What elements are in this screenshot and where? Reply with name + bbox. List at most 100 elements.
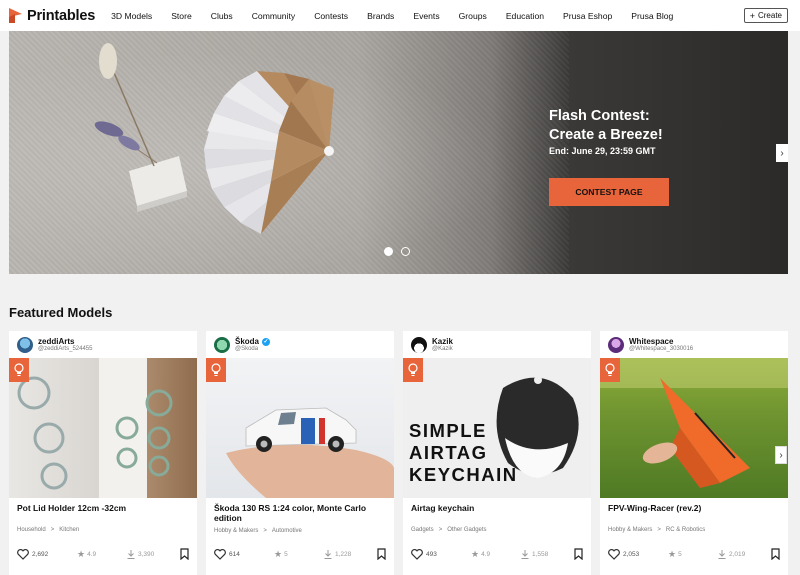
card-author[interactable]: Škoda ✓ @Skoda [206, 331, 394, 358]
model-image-art [17, 358, 173, 498]
model-image[interactable] [206, 358, 394, 498]
model-image[interactable] [9, 358, 197, 498]
lightbulb-icon [403, 358, 423, 382]
card-author[interactable]: Kazik @Kazik [403, 331, 591, 358]
card-author[interactable]: Whitespace @Whitespace_3030016 [600, 331, 788, 358]
image-text-line3: KEYCHAIN [409, 464, 518, 485]
subcategory-link[interactable]: RC & Robotics [666, 527, 705, 533]
rating-value: 5 [678, 550, 682, 558]
hero-image-fan [94, 43, 334, 234]
star-icon: ★ [668, 548, 677, 559]
nav-links: 3D Models Store Clubs Community Contests… [111, 11, 692, 21]
downloads: 2,019 [718, 549, 768, 559]
star-icon: ★ [471, 548, 480, 559]
nav-link-brands[interactable]: Brands [367, 11, 394, 21]
bookmark-icon[interactable] [771, 548, 780, 560]
author-handle: @Whitespace_3030016 [629, 346, 694, 352]
model-stats: 2,053 ★ 5 2,019 [608, 548, 780, 560]
rating: ★ 5 [668, 549, 718, 560]
model-card[interactable]: Kazik @Kazik SIMPLE AIRTAG KEYCHAIN Airt… [403, 331, 591, 575]
rating: ★ 4.9 [77, 549, 127, 560]
download-icon [718, 549, 726, 559]
likes-count: 614 [229, 550, 240, 558]
nav-link-clubs[interactable]: Clubs [211, 11, 233, 21]
nav-link-education[interactable]: Education [506, 11, 544, 21]
model-image[interactable]: SIMPLE AIRTAG KEYCHAIN [403, 358, 591, 498]
nav-link-groups[interactable]: Groups [459, 11, 487, 21]
model-title[interactable]: Airtag keychain [411, 503, 583, 513]
card-author[interactable]: zeddiArts @zeddiArts_524455 [9, 331, 197, 358]
nav-link-events[interactable]: Events [413, 11, 439, 21]
subcategory-link[interactable]: Automotive [272, 528, 302, 534]
bookmark-icon[interactable] [377, 548, 386, 560]
like-button[interactable]: 493 [411, 548, 471, 560]
image-text: SIMPLE AIRTAG KEYCHAIN [409, 420, 518, 486]
like-button[interactable]: 614 [214, 548, 274, 560]
rating-value: 4.9 [87, 550, 97, 558]
downloads: 1,228 [324, 549, 374, 559]
logo[interactable]: Printables [9, 8, 95, 24]
model-image-art [600, 358, 788, 488]
carousel-dot-1[interactable] [384, 247, 393, 256]
lightbulb-icon [206, 358, 226, 382]
nav-link-prusa-eshop[interactable]: Prusa Eshop [563, 11, 612, 21]
subcategory-link[interactable]: Kitchen [59, 527, 79, 533]
downloads-count: 3,390 [138, 550, 155, 558]
nav-link-store[interactable]: Store [171, 11, 192, 21]
verified-icon: ✓ [262, 337, 271, 346]
rating: ★ 5 [274, 549, 324, 560]
model-title[interactable]: FPV-Wing-Racer (rev.2) [608, 503, 780, 513]
author-name: Whitespace [629, 337, 674, 346]
model-card[interactable]: Whitespace @Whitespace_3030016 FPV-Wing-… [600, 331, 788, 575]
star-icon: ★ [274, 548, 283, 559]
hero-next-button[interactable]: › [776, 144, 788, 162]
author-name-text: Škoda [235, 337, 260, 346]
heart-icon [411, 548, 423, 560]
like-button[interactable]: 2,053 [608, 548, 668, 560]
avatar [214, 336, 230, 353]
subcategory-link[interactable]: Other Gadgets [447, 527, 486, 533]
likes-count: 2,053 [623, 550, 640, 558]
author-name: zeddiArts [38, 337, 75, 346]
model-stats: 493 ★ 4.9 1,558 [411, 548, 583, 560]
category-link[interactable]: Gadgets [411, 527, 434, 533]
featured-models-heading: Featured Models [9, 305, 113, 320]
hero-banner[interactable]: Flash Contest: Create a Breeze! End: Jun… [9, 31, 788, 274]
model-card[interactable]: Škoda ✓ @Skoda Škoda 130 RS 1:24 color, … [206, 331, 394, 575]
printables-logo-icon [9, 8, 22, 23]
model-categories: Hobby & Makers > Automotive [214, 528, 302, 534]
contest-page-button[interactable]: CONTEST PAGE [549, 178, 669, 206]
model-image[interactable] [600, 358, 788, 498]
carousel-dot-2[interactable] [401, 247, 410, 256]
bookmark-icon[interactable] [574, 548, 583, 560]
create-button-label: Create [757, 11, 782, 20]
nav-link-contests[interactable]: Contests [314, 11, 348, 21]
image-text-line1: SIMPLE [409, 420, 487, 441]
avatar [608, 336, 624, 353]
avatar [17, 336, 33, 353]
downloads-count: 1,558 [532, 550, 549, 558]
plus-icon: + [749, 10, 755, 21]
like-button[interactable]: 2,692 [17, 548, 77, 560]
category-link[interactable]: Household [17, 527, 46, 533]
heart-icon [608, 548, 620, 560]
likes-count: 493 [426, 550, 437, 558]
chevron-right-icon: › [780, 147, 784, 159]
cards-next-button[interactable]: › [775, 446, 787, 464]
model-title[interactable]: Pot Lid Holder 12cm -32cm [17, 503, 189, 513]
hero-title-line2: Create a Breeze! [549, 127, 663, 143]
top-nav: Printables 3D Models Store Clubs Communi… [0, 0, 800, 31]
model-title[interactable]: Škoda 130 RS 1:24 color, Monte Carlo edi… [214, 503, 386, 523]
category-link[interactable]: Hobby & Makers [608, 527, 652, 533]
nav-link-community[interactable]: Community [252, 11, 295, 21]
likes-count: 2,692 [32, 550, 49, 558]
author-handle: @Skoda [235, 346, 259, 352]
category-link[interactable]: Hobby & Makers [214, 528, 258, 534]
image-text-line2: AIRTAG [409, 442, 488, 463]
nav-link-prusa-blog[interactable]: Prusa Blog [631, 11, 673, 21]
create-button[interactable]: + Create [743, 8, 788, 23]
nav-link-3d-models[interactable]: 3D Models [111, 11, 152, 21]
bookmark-icon[interactable] [180, 548, 189, 560]
model-categories: Gadgets > Other Gadgets [411, 527, 487, 533]
model-card[interactable]: zeddiArts @zeddiArts_524455 Pot Lid Hold… [9, 331, 197, 575]
